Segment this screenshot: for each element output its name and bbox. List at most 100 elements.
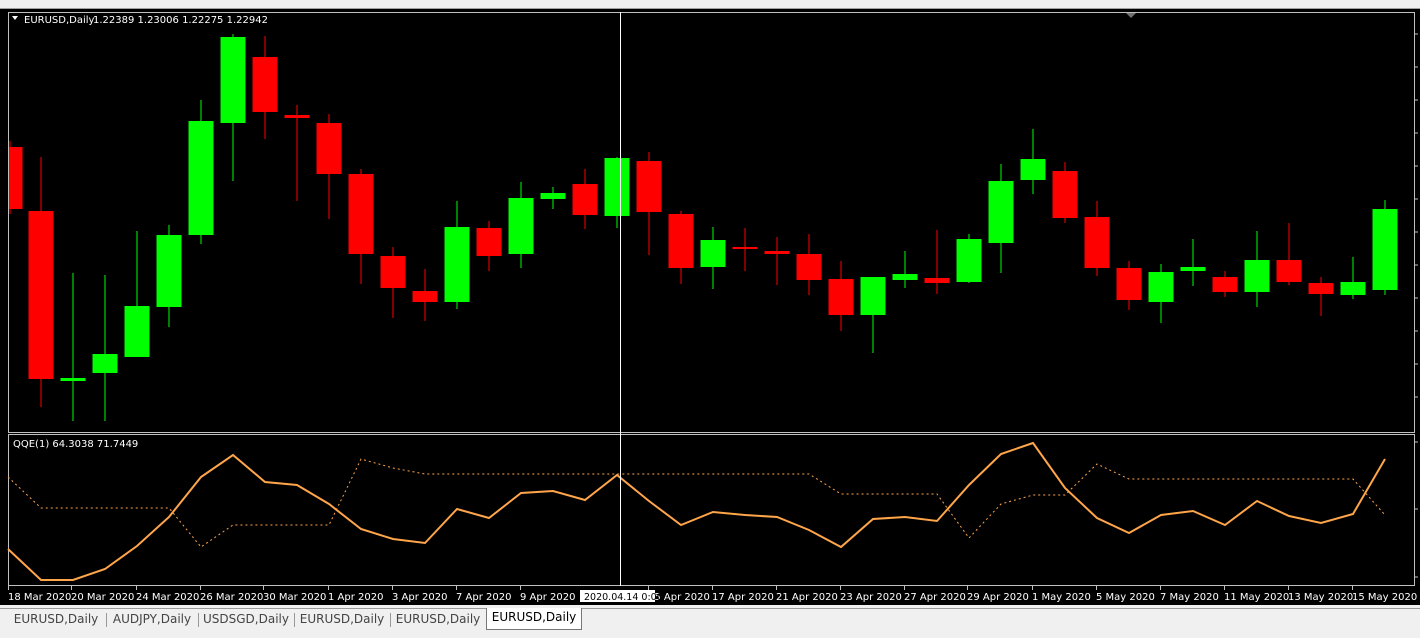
bear-candle [1308, 277, 1334, 316]
chart-menu-triangle-icon[interactable] [12, 16, 18, 20]
bull-candle [444, 201, 470, 309]
candle-body [1340, 282, 1366, 295]
bull-candle [60, 273, 86, 421]
chart-header-ohlc: 1.22389 1.23006 1.22275 1.22942 [93, 15, 268, 26]
candle-body [1212, 277, 1238, 292]
bear-candle [828, 261, 854, 331]
candle-body [700, 240, 726, 267]
candle-body [796, 254, 822, 280]
candle-body [1372, 209, 1398, 290]
bull-candle [700, 227, 726, 289]
bear-candle [284, 105, 310, 201]
time-axis-label: 26 Mar 2020 [200, 592, 263, 603]
tab-label: EURUSD,Daily [491, 610, 577, 624]
bull-candle [892, 251, 918, 288]
time-axis-label: 29 Apr 2020 [967, 592, 1029, 603]
bull-candle [956, 234, 982, 283]
time-axis-label: 3 Apr 2020 [392, 592, 447, 603]
candle-body [284, 115, 310, 118]
candle-body [540, 193, 566, 199]
tab-audjpy-daily[interactable]: AUDJPY,Daily [108, 610, 196, 629]
bear-candle [764, 237, 790, 285]
candlestick-series [9, 34, 1398, 421]
chart-canvas[interactable]: EURUSD,Daily 1.22389 1.23006 1.22275 1.2… [0, 9, 1420, 605]
candle-body [1180, 267, 1206, 271]
candle-body [828, 279, 854, 315]
window-top-strip [0, 0, 1420, 9]
chart-header-symbol: EURUSD,Daily [24, 15, 95, 26]
tab-separator [106, 613, 107, 627]
bull-candle [1372, 200, 1398, 295]
candle-body [28, 211, 54, 379]
candle-body [1052, 171, 1078, 218]
chart-window[interactable]: EURUSD,Daily 1.22389 1.23006 1.22275 1.2… [0, 9, 1420, 605]
time-axis-label: 1 May 2020 [1032, 592, 1091, 603]
tab-label: USDSGD,Daily [203, 612, 289, 626]
candle-body [348, 174, 374, 254]
candle-body [956, 239, 982, 282]
time-axis-label: 20 Mar 2020 [71, 592, 134, 603]
bull-candle [188, 100, 214, 244]
qqe-main-line [7, 441, 1386, 581]
tab-separator [390, 613, 391, 627]
bull-candle [860, 277, 886, 353]
bear-candle [412, 269, 438, 321]
bear-candle [924, 230, 950, 294]
candle-body [220, 37, 246, 123]
candle-body [924, 278, 950, 283]
bull-candle [1180, 239, 1206, 286]
bear-candle [1084, 201, 1110, 276]
candle-body [9, 147, 23, 209]
bull-candle [220, 34, 246, 181]
time-axis-label: 18 Mar 2020 [8, 592, 71, 603]
candle-body [1084, 217, 1110, 268]
candle-body [668, 214, 694, 268]
tab-label: EURUSD,Daily [299, 612, 385, 626]
bear-candle [380, 247, 406, 318]
time-axis-label: 24 Mar 2020 [136, 592, 199, 603]
bear-candle [636, 152, 662, 255]
candle-body [92, 354, 118, 373]
candle-body [860, 277, 886, 315]
tab-eurusd-daily-3[interactable]: EURUSD,Daily [392, 610, 484, 629]
time-axis-label: 17 Apr 2020 [712, 592, 774, 603]
crosshair-date-label: 2020.04.14 0:00 [584, 592, 663, 603]
candle-body [764, 251, 790, 254]
time-axis-label: 11 May 2020 [1224, 592, 1289, 603]
tab-label: AUDJPY,Daily [112, 612, 192, 626]
time-axis-label: 23 Apr 2020 [840, 592, 902, 603]
candle-body [412, 291, 438, 302]
tab-usdsgd-daily[interactable]: USDSGD,Daily [200, 610, 292, 629]
bull-candle [92, 275, 118, 421]
time-axis: 18 Mar 2020 20 Mar 2020 24 Mar 2020 26 Mar … [8, 586, 1417, 603]
tab-eurusd-daily-2[interactable]: EURUSD,Daily [296, 610, 388, 629]
candle-body [60, 378, 86, 381]
candle-body [476, 228, 502, 256]
candle-body [1116, 268, 1142, 300]
tab-eurusd-daily-1[interactable]: EURUSD,Daily [8, 610, 104, 629]
candle-body [892, 274, 918, 280]
bull-candle [508, 182, 534, 268]
tab-eurusd-daily-active[interactable]: EURUSD,Daily [486, 608, 582, 630]
candle-body [188, 121, 214, 235]
bear-candle [28, 157, 54, 407]
bull-candle [988, 164, 1014, 273]
bear-candle [668, 211, 694, 284]
candle-body [604, 158, 630, 216]
bear-candle [252, 36, 278, 139]
time-axis-label: 30 Mar 2020 [263, 592, 326, 603]
chart-shift-marker-icon[interactable] [1126, 13, 1136, 18]
qqe-signal-line [7, 458, 1386, 548]
bear-candle [9, 141, 23, 214]
candle-body [124, 306, 150, 357]
bull-candle [540, 187, 566, 209]
candle-body [156, 235, 182, 307]
bull-candle [156, 225, 182, 327]
candle-body [1148, 272, 1174, 302]
candle-body [988, 181, 1014, 243]
candle-body [380, 256, 406, 288]
tab-label: EURUSD,Daily [13, 612, 99, 626]
indicator-panel-border [8, 434, 1415, 586]
candle-body [508, 198, 534, 254]
candle-body [444, 227, 470, 302]
